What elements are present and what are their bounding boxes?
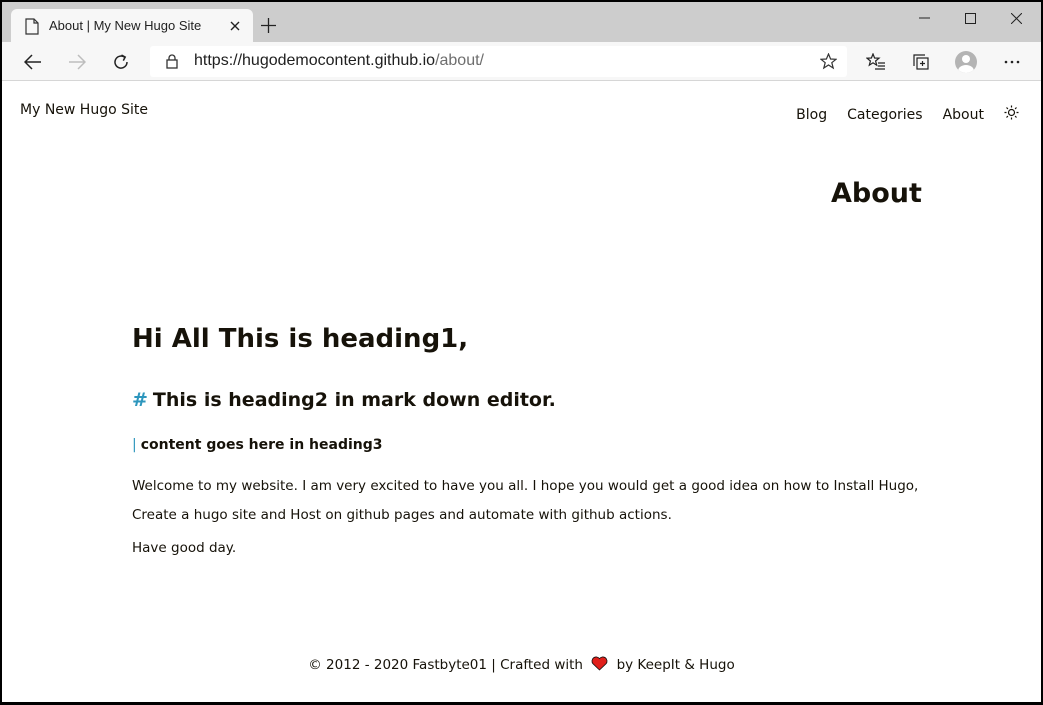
- close-window-icon[interactable]: [993, 4, 1039, 32]
- avatar: [955, 51, 977, 73]
- page-title: About: [831, 178, 922, 209]
- heading-anchor-hash[interactable]: #: [132, 389, 148, 411]
- heading-3-text: content goes here in heading3: [140, 437, 383, 453]
- site-nav: Blog Categories About: [796, 105, 1019, 124]
- paragraph-good-day: Have good day.: [132, 540, 237, 556]
- page-icon: [25, 18, 39, 35]
- forward-icon[interactable]: [63, 48, 91, 76]
- heading-2: # This is heading2 in mark down editor.: [132, 389, 922, 411]
- browser-window: About | My New Hugo Site https://hugodem…: [0, 0, 1043, 705]
- sun-icon[interactable]: [1004, 105, 1019, 124]
- footer-text-after: by KeepIt & Hugo: [616, 657, 735, 673]
- browser-toolbar: https://hugodemocontent.github.io/about/: [2, 42, 1041, 81]
- url-host: https://hugodemocontent.github.io: [194, 52, 436, 69]
- favorite-star-icon[interactable]: [819, 52, 838, 74]
- back-icon[interactable]: [19, 48, 47, 76]
- heart-icon: [591, 656, 608, 675]
- more-menu-icon[interactable]: [998, 48, 1026, 76]
- minimize-icon[interactable]: [901, 4, 947, 32]
- tab-title: About | My New Hugo Site: [49, 18, 202, 33]
- collections-icon[interactable]: [907, 48, 935, 76]
- url-text[interactable]: https://hugodemocontent.github.io/about/: [194, 52, 484, 70]
- nav-link-blog[interactable]: Blog: [796, 107, 827, 123]
- close-tab-icon[interactable]: [227, 18, 243, 34]
- heading-3: | content goes here in heading3: [132, 437, 922, 453]
- web-page: My New Hugo Site Blog Categories About A…: [2, 82, 1041, 702]
- heading-3-marker: |: [132, 437, 137, 453]
- browser-tab[interactable]: About | My New Hugo Site: [11, 9, 253, 44]
- footer-text-before: © 2012 - 2020 Fastbyte01 | Crafted with: [308, 657, 583, 673]
- refresh-icon[interactable]: [107, 48, 135, 76]
- url-path: /about/: [435, 52, 484, 69]
- paragraph-welcome: Welcome to my website. I am very excited…: [132, 478, 919, 523]
- favorites-list-icon[interactable]: [862, 48, 890, 76]
- heading-2-text: This is heading2 in mark down editor.: [152, 389, 556, 411]
- tab-bar: About | My New Hugo Site: [2, 0, 1041, 44]
- nav-link-categories[interactable]: Categories: [847, 107, 922, 123]
- heading-1: Hi All This is heading1,: [132, 324, 469, 354]
- new-tab-icon[interactable]: [258, 15, 278, 35]
- nav-link-about[interactable]: About: [943, 107, 984, 123]
- site-footer: © 2012 - 2020 Fastbyte01 | Crafted with …: [2, 656, 1041, 675]
- maximize-icon[interactable]: [947, 4, 993, 32]
- post-content: Hi All This is heading1, # This is headin…: [132, 324, 922, 558]
- address-bar[interactable]: https://hugodemocontent.github.io/about/: [150, 46, 847, 77]
- profile-avatar-icon[interactable]: [952, 48, 980, 76]
- site-title-link[interactable]: My New Hugo Site: [20, 102, 148, 118]
- lock-icon[interactable]: [166, 54, 178, 73]
